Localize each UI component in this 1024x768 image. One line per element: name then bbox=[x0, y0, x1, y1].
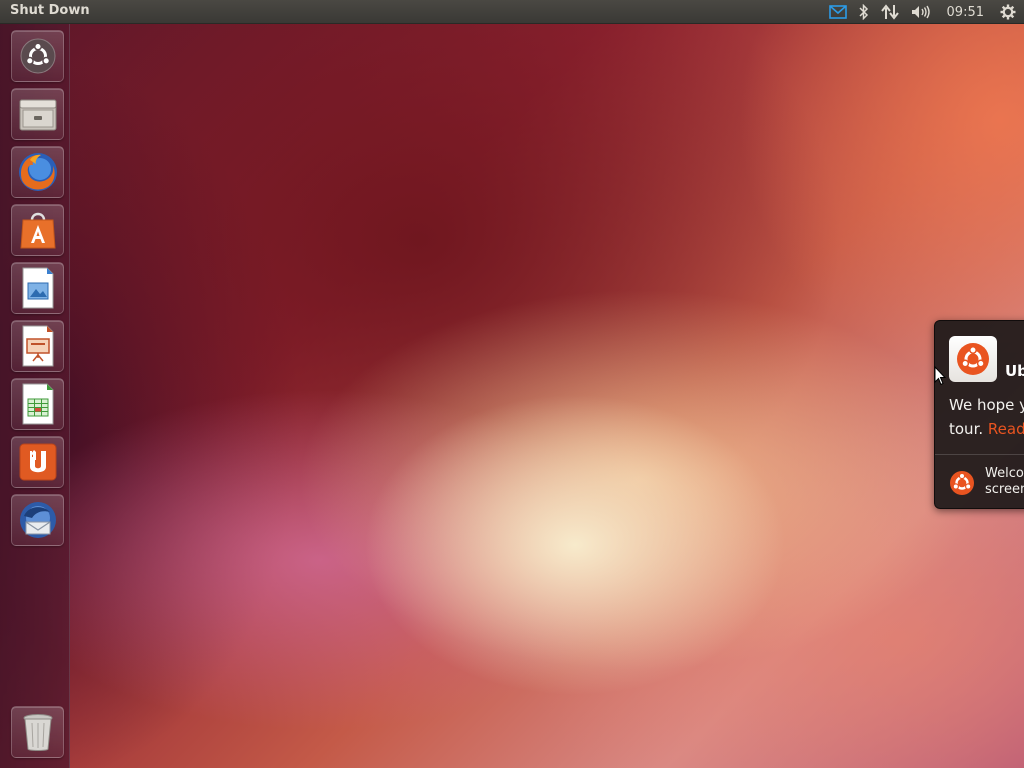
notification-footer-text[interactable]: Welco screen bbox=[985, 466, 1024, 498]
notification-body-line2: tour. Read bbox=[949, 417, 1024, 441]
desktop-wallpaper[interactable] bbox=[0, 0, 1024, 768]
bluetooth-icon bbox=[859, 4, 868, 20]
thunderbird-icon bbox=[19, 502, 56, 538]
writer-document-icon bbox=[22, 267, 53, 309]
mail-indicator[interactable] bbox=[823, 0, 853, 24]
launcher-software-center[interactable] bbox=[11, 204, 64, 256]
ubuntu-logo-icon bbox=[957, 343, 989, 375]
ubuntu-circle-icon bbox=[950, 471, 974, 495]
top-panel: Shut Down 09:51 bbox=[0, 0, 1024, 24]
mouse-pointer-icon bbox=[934, 366, 946, 386]
launcher-libreoffice-writer[interactable] bbox=[11, 262, 64, 314]
indicator-area: 09:51 bbox=[823, 0, 1024, 24]
network-arrows-icon bbox=[880, 4, 899, 20]
file-cabinet-icon bbox=[19, 99, 56, 131]
notification-title: Ub bbox=[1005, 362, 1024, 380]
ubuntu-logo-icon bbox=[20, 38, 55, 74]
calc-spreadsheet-icon bbox=[22, 383, 53, 425]
clock[interactable]: 09:51 bbox=[937, 0, 994, 24]
launcher-files[interactable] bbox=[11, 88, 64, 140]
notification-body-prefix: tour. bbox=[949, 420, 988, 438]
shopping-bag-icon bbox=[19, 212, 56, 249]
panel-app-title: Shut Down bbox=[10, 3, 90, 18]
launcher bbox=[0, 24, 70, 768]
notification-bubble[interactable]: Ub We hope y tour. Read Welco screen bbox=[934, 320, 1024, 509]
gear-icon bbox=[1000, 4, 1016, 20]
notification-body: We hope y tour. Read bbox=[949, 393, 1024, 441]
impress-presentation-icon bbox=[22, 325, 53, 367]
network-indicator[interactable] bbox=[875, 0, 905, 24]
launcher-ubuntu-one[interactable] bbox=[11, 436, 64, 488]
launcher-firefox[interactable] bbox=[11, 146, 64, 198]
speaker-icon bbox=[911, 5, 930, 19]
trash-can-icon bbox=[23, 714, 52, 751]
notification-divider bbox=[935, 454, 1024, 455]
launcher-dash-home[interactable] bbox=[11, 30, 64, 82]
launcher-thunderbird[interactable] bbox=[11, 494, 64, 546]
notification-footer-line1: Welco bbox=[985, 466, 1024, 481]
session-menu[interactable] bbox=[994, 0, 1024, 24]
envelope-icon bbox=[828, 5, 847, 19]
bluetooth-indicator[interactable] bbox=[853, 0, 875, 24]
sound-indicator[interactable] bbox=[905, 0, 937, 24]
launcher-trash[interactable] bbox=[11, 706, 64, 758]
firefox-icon bbox=[18, 153, 57, 191]
notification-body-line1: We hope y bbox=[949, 396, 1024, 414]
ubuntu-one-icon bbox=[19, 443, 56, 481]
notification-read-link[interactable]: Read bbox=[988, 420, 1024, 438]
notification-footer-line2: screen bbox=[985, 482, 1024, 497]
notification-icon-tile bbox=[949, 336, 997, 382]
launcher-libreoffice-calc[interactable] bbox=[11, 378, 64, 430]
launcher-libreoffice-impress[interactable] bbox=[11, 320, 64, 372]
